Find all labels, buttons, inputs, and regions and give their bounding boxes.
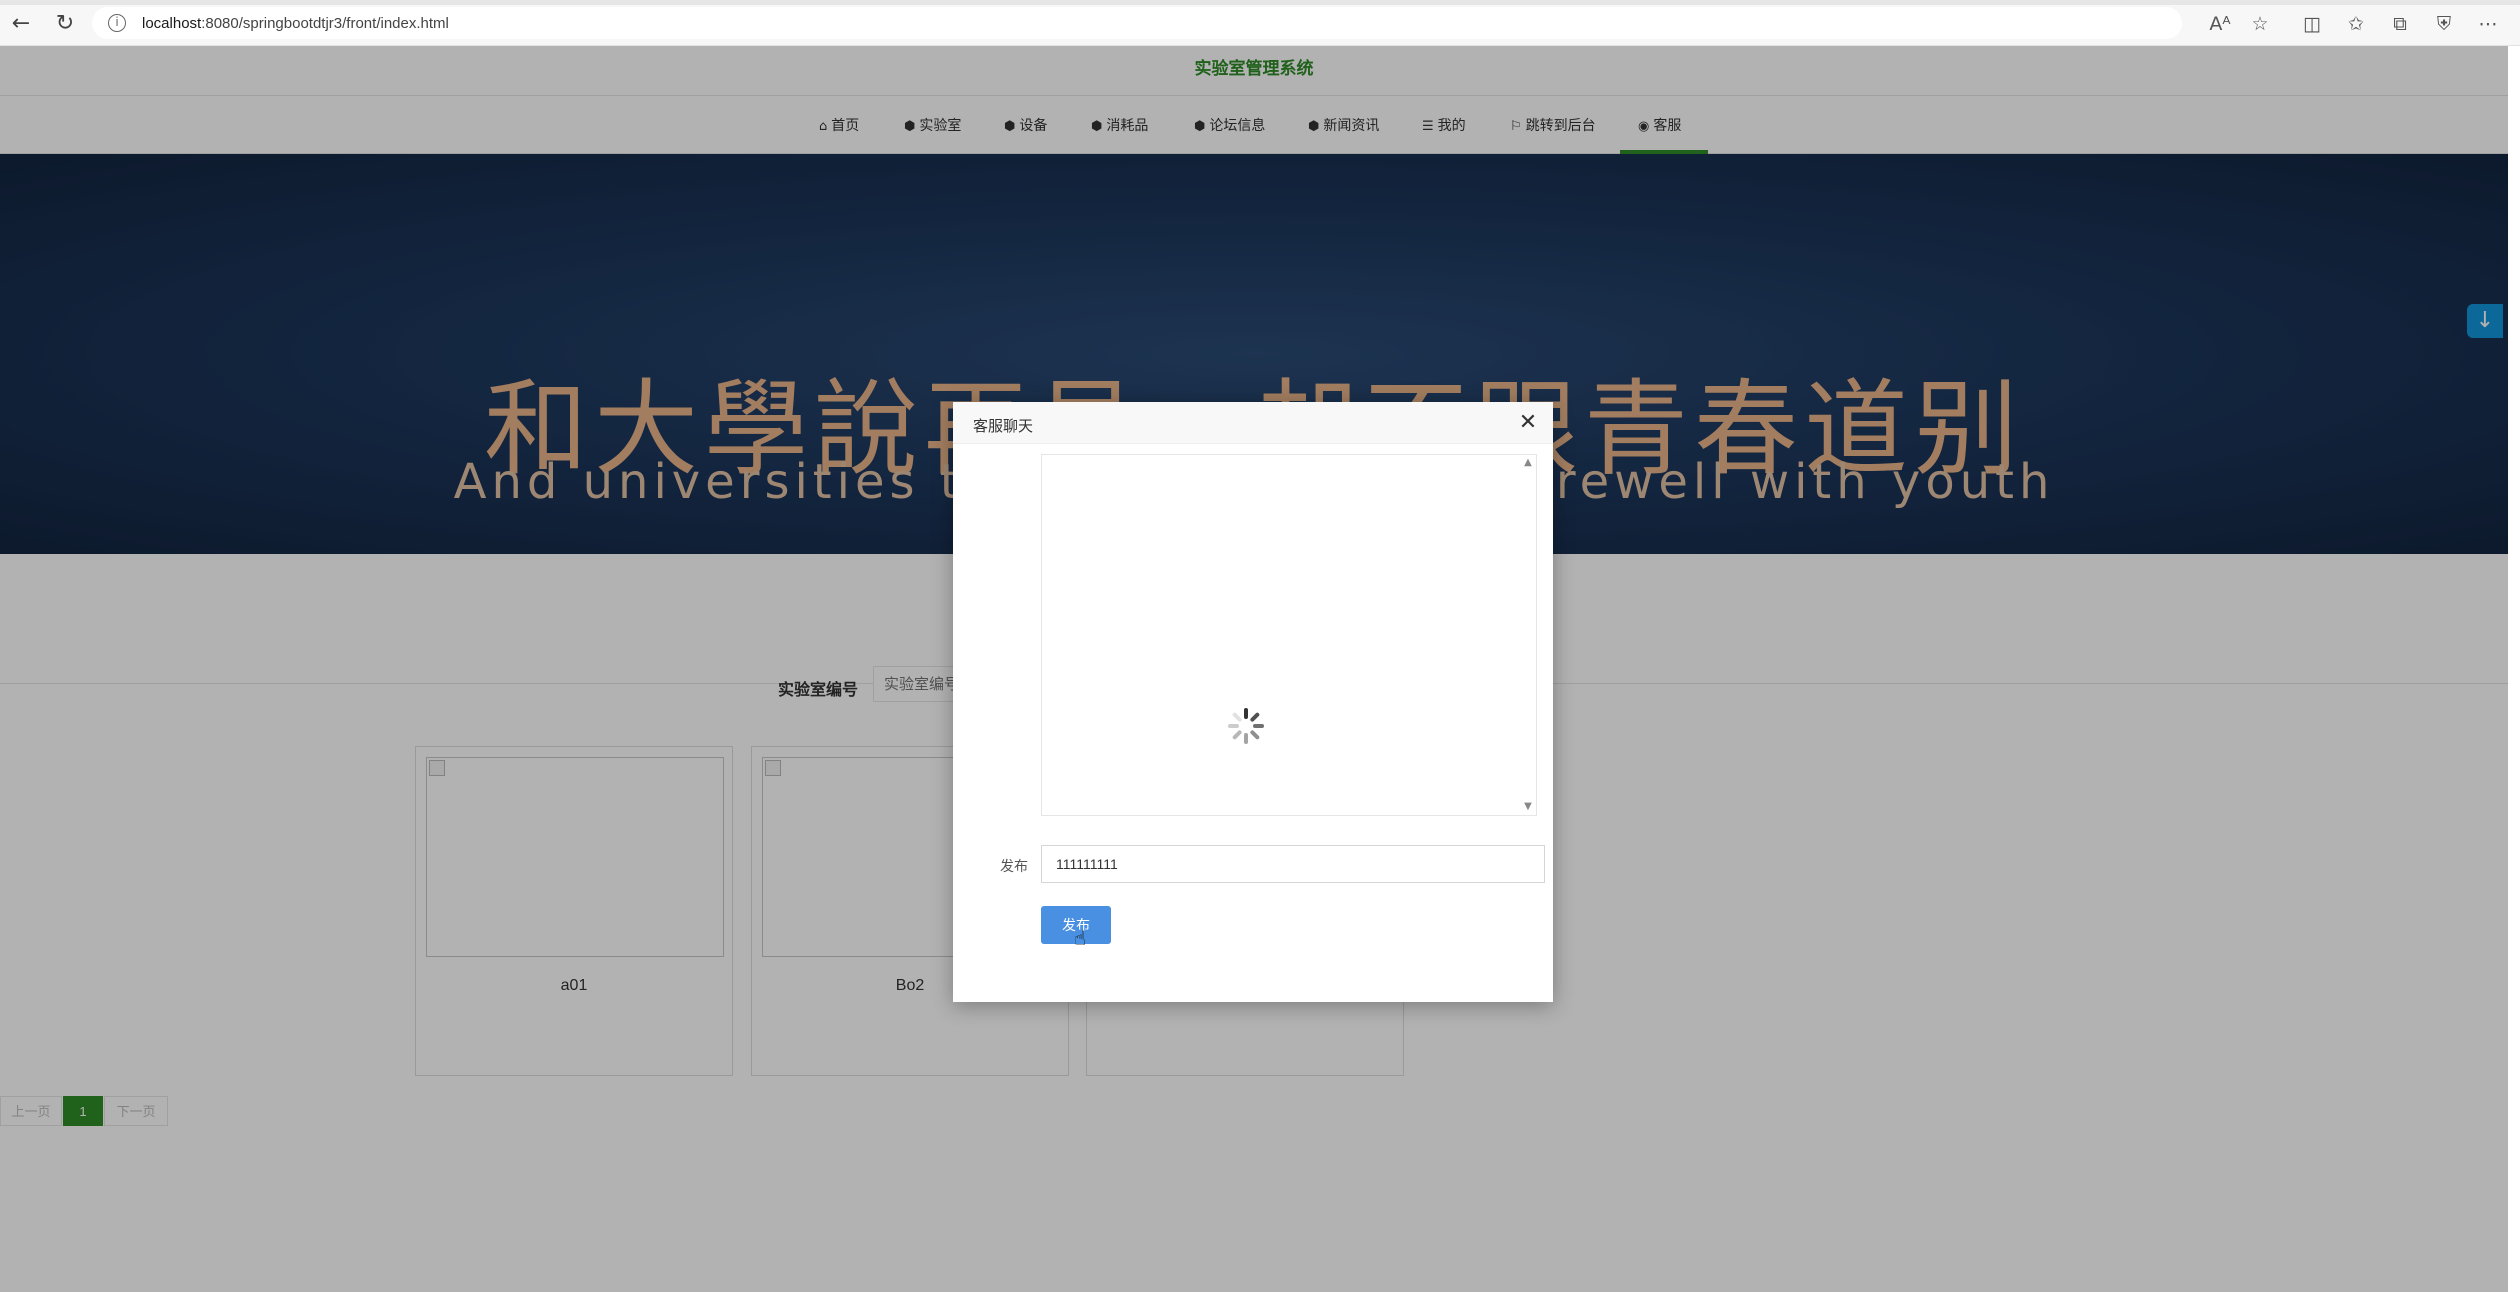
back-arrow-icon[interactable]: ← (8, 11, 34, 37)
pointer-cursor-icon: ☝ (1074, 926, 1087, 950)
url-host: localhost (142, 15, 202, 32)
tab-strip-edge (0, 0, 2520, 5)
browser-toolbar: ← ↻ i localhost:8080/springbootdtjr3/fro… (0, 0, 2520, 46)
refresh-icon[interactable]: ↻ (52, 11, 78, 37)
dialog-title: 客服聊天 (973, 418, 1034, 435)
address-bar[interactable]: i localhost:8080/springbootdtjr3/front/i… (92, 7, 2182, 39)
chat-messages-area[interactable]: ▲ ▼ (1041, 454, 1537, 816)
collections-icon[interactable]: ⧉ (2388, 12, 2412, 36)
message-label: 发布 (1000, 858, 1028, 874)
support-chat-dialog: 客服聊天 ✕ ▲ ▼ 发布 发布 (953, 402, 1553, 1002)
favorites-icon[interactable]: ✩ (2344, 12, 2368, 36)
scroll-down-arrow-icon[interactable]: ▼ (1522, 801, 1534, 813)
message-input[interactable] (1041, 845, 1545, 883)
split-screen-icon[interactable]: ◫ (2300, 12, 2324, 36)
info-icon[interactable]: i (108, 14, 126, 32)
url-text[interactable]: localhost:8080/springbootdtjr3/front/ind… (142, 15, 449, 32)
dialog-header: 客服聊天 ✕ (953, 402, 1553, 444)
scroll-up-arrow-icon[interactable]: ▲ (1522, 457, 1534, 469)
extensions-icon[interactable]: ⛨ (2432, 12, 2456, 36)
read-aloud-icon[interactable]: Aᴬ (2208, 12, 2232, 36)
close-icon[interactable]: ✕ (1515, 410, 1541, 436)
favorite-star-icon[interactable]: ☆ (2248, 12, 2272, 36)
more-icon[interactable]: ⋯ (2476, 12, 2500, 36)
url-path: :8080/springbootdtjr3/front/index.html (201, 15, 449, 32)
loading-spinner-icon (1226, 706, 1266, 746)
